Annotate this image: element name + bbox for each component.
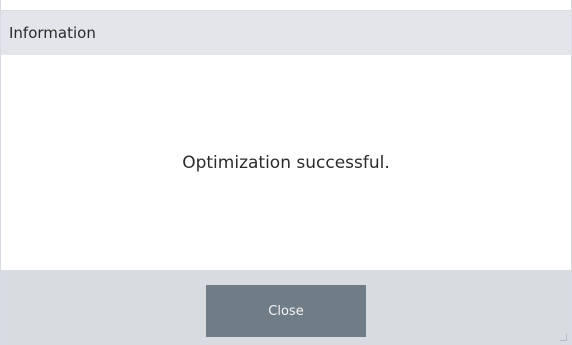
close-button[interactable]: Close <box>206 285 366 337</box>
dialog-message: Optimization successful. <box>182 152 390 173</box>
dialog-title-bar[interactable]: Information <box>1 10 571 55</box>
dialog-content: Optimization successful. <box>1 55 571 270</box>
resize-grip-icon[interactable] <box>560 334 567 341</box>
dialog-title: Information <box>9 24 96 42</box>
information-dialog: Information Optimization successful. Clo… <box>0 0 572 345</box>
dialog-footer: Close <box>1 270 571 345</box>
